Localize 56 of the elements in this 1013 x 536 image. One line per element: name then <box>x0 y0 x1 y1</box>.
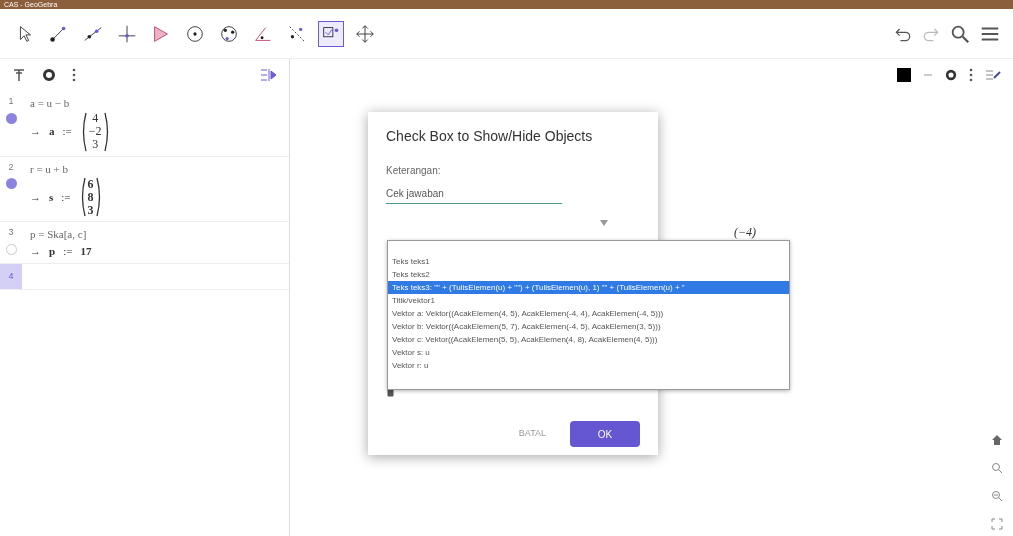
input-row-number: 4 <box>0 264 22 289</box>
dropdown-option[interactable]: Teks teks3: "" + (TulisElemen(u) + "") + (TulisElemen(u), 1) "" + (TulisElemen(u) + " <box>388 281 789 294</box>
result-name: s <box>49 189 54 205</box>
zoom-in-icon[interactable] <box>991 462 1003 474</box>
settings-icon[interactable] <box>42 68 56 82</box>
move-tool-icon <box>354 22 376 45</box>
result-arrow: → <box>30 243 41 259</box>
visibility-toggle[interactable] <box>5 112 17 124</box>
vector-component: 3 <box>87 203 94 217</box>
more-icon[interactable] <box>72 68 76 82</box>
result-name: p <box>49 243 56 259</box>
result-name: a <box>49 124 55 140</box>
zoom-out-icon[interactable] <box>991 490 1003 502</box>
tool-button[interactable] <box>318 20 344 47</box>
caption-field[interactable]: Cek jawaban <box>386 186 562 204</box>
home-icon[interactable] <box>991 434 1003 446</box>
field-label: Keterangan: <box>386 164 442 178</box>
dropdown-option[interactable]: Vektor s: u <box>388 346 789 359</box>
dropdown-option[interactable]: Vektor b: Vektor((AcakElemen(5, 7), AcakElemen(-4, 5), AcakElemen(3, 5))) <box>388 320 789 333</box>
assign-sign: := <box>61 189 71 205</box>
vector-component: 4 <box>92 112 99 125</box>
style-bar-toggle-icon[interactable] <box>985 68 1001 82</box>
dropdown-option[interactable]: Vektor r: u <box>388 359 789 372</box>
vector-component: 6 <box>87 177 94 191</box>
dropdown-option[interactable]: Vektor a: Vektor((AcakElemen(4, 5), AcakElemen(-4, 4), AcakElemen(-4, 5))) <box>388 307 789 320</box>
right-bracket-icon <box>95 177 103 217</box>
collapse-panel-icon[interactable] <box>259 68 277 82</box>
dropdown-option[interactable]: Teks teks2 <box>388 268 789 281</box>
vector-label: (−4) <box>734 224 757 241</box>
vector-component: −2 <box>88 125 102 138</box>
dropdown-option[interactable]: Vektor c: Vektor((AcakElemen(5, 5), AcakElemen(4, 8), AcakElemen(4, 5))) <box>388 333 789 346</box>
row-number: 1 <box>8 95 14 108</box>
vector-component: 3 <box>92 138 99 151</box>
dropdown-option[interactable]: Titik/vektor1 <box>388 294 789 307</box>
visibility-toggle[interactable] <box>5 178 17 189</box>
result-value: 17 <box>80 243 92 259</box>
settings-icon[interactable] <box>945 69 957 81</box>
assign-sign: := <box>63 243 73 259</box>
assign-sign: := <box>62 124 72 140</box>
sort-icon[interactable] <box>12 68 26 82</box>
definition-text: p = Ska[a, c] <box>30 227 88 242</box>
color-swatch[interactable] <box>897 68 911 82</box>
dropdown-option[interactable]: Teks teks1 <box>388 255 789 268</box>
visibility-toggle[interactable] <box>5 243 17 255</box>
result-arrow: → <box>30 189 41 205</box>
definition-text: a = u − b <box>30 96 71 111</box>
dialog-title: Check Box to Show/Hide Objects <box>386 127 594 146</box>
dropdown-caret-icon[interactable] <box>600 220 608 226</box>
definition-text: r = u + b <box>30 161 70 177</box>
right-bracket-icon <box>103 111 111 152</box>
result-arrow: → <box>30 124 41 140</box>
row-number: 2 <box>8 160 14 174</box>
ok-button[interactable]: OK <box>570 421 640 447</box>
row-number: 3 <box>8 226 14 239</box>
vector-component: 8 <box>87 190 94 204</box>
more-icon[interactable] <box>969 68 973 82</box>
